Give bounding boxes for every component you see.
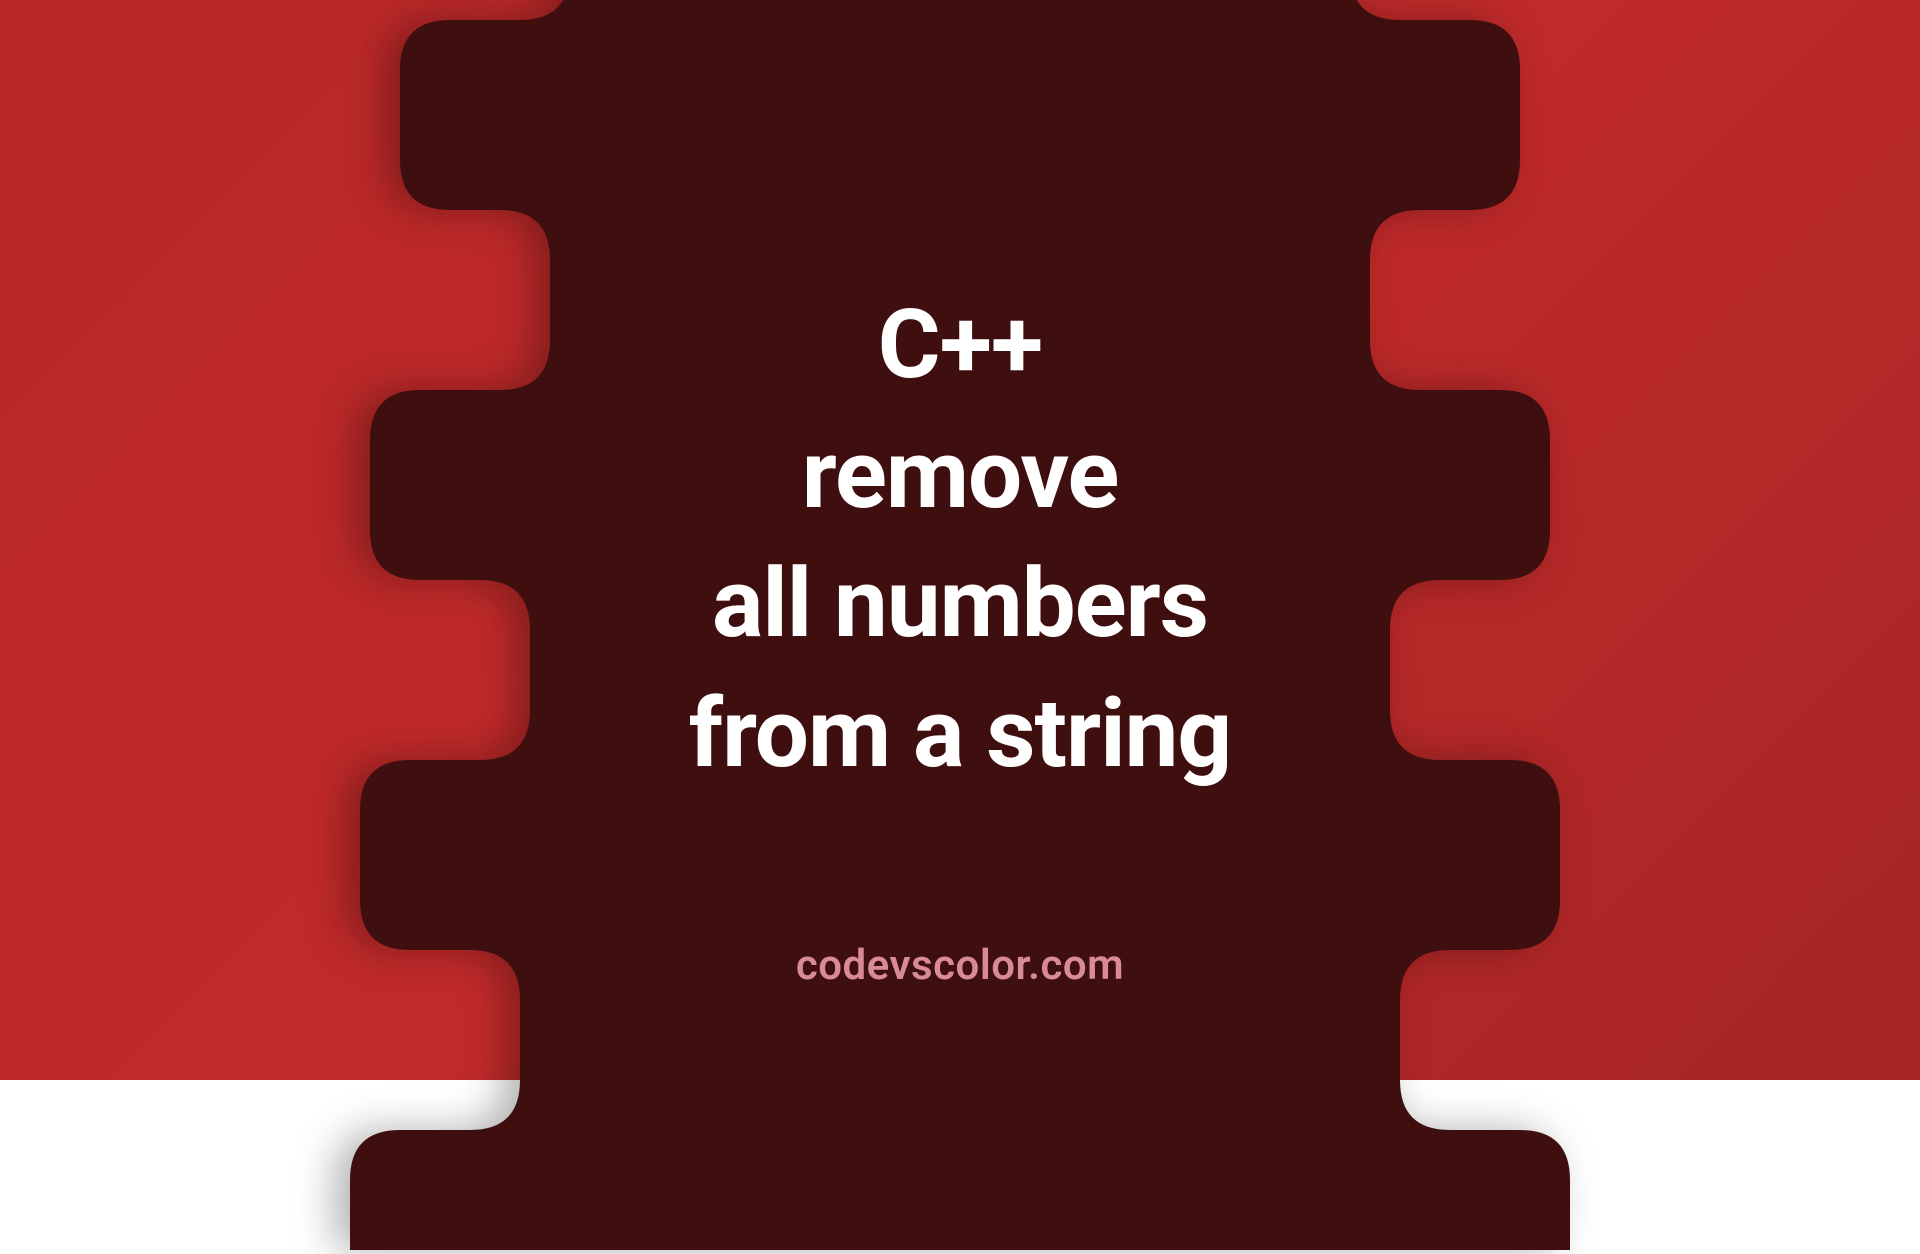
title-line-3: all numbers [0,540,1920,670]
title-text: C++ remove all numbers from a string [0,281,1920,799]
main-content: C++ remove all numbers from a string [0,281,1920,799]
title-line-1: C++ [0,281,1920,411]
title-line-4: from a string [0,670,1920,800]
title-line-2: remove [0,410,1920,540]
website-url: codevscolor.com [796,941,1124,990]
